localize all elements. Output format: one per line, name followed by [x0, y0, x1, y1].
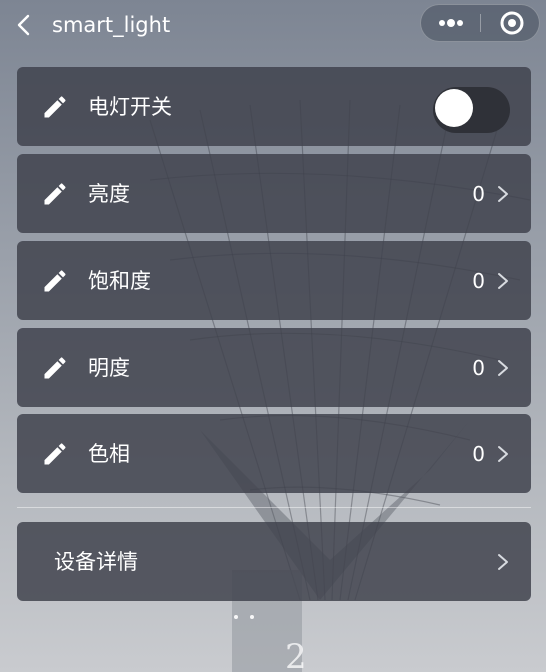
chevron-right-icon	[498, 360, 508, 376]
brightness-label: 亮度	[88, 182, 130, 206]
more-dots-icon	[439, 19, 463, 27]
chevron-right-icon	[498, 273, 508, 289]
device-details-row[interactable]: 设备详情	[17, 522, 531, 601]
saturation-row[interactable]: 饱和度 0	[17, 241, 531, 320]
device-details-label: 设备详情	[54, 550, 138, 574]
toggle-knob	[435, 89, 473, 127]
svg-text:2: 2	[285, 637, 307, 672]
more-button[interactable]	[421, 5, 481, 41]
hue-row[interactable]: 色相 0	[17, 414, 531, 493]
pencil-icon	[44, 270, 66, 292]
pencil-icon	[44, 183, 66, 205]
lightness-value: 0	[472, 356, 485, 380]
menu-capsule	[420, 4, 540, 42]
light-switch-label: 电灯开关	[88, 95, 172, 119]
hue-label: 色相	[88, 442, 130, 466]
chevron-left-icon[interactable]	[14, 12, 34, 38]
brightness-value: 0	[472, 182, 485, 206]
saturation-value: 0	[472, 269, 485, 293]
close-miniprogram-button[interactable]	[481, 5, 539, 41]
pencil-icon	[44, 96, 66, 118]
page-title: smart_light	[52, 13, 171, 37]
light-switch-row[interactable]: 电灯开关	[17, 67, 531, 146]
brightness-row[interactable]: 亮度 0	[17, 154, 531, 233]
section-divider	[17, 507, 531, 508]
hue-value: 0	[472, 442, 485, 466]
chevron-right-icon	[498, 554, 508, 570]
pencil-icon	[44, 357, 66, 379]
page-indicator-dots	[232, 615, 256, 621]
pencil-icon	[44, 443, 66, 465]
lightness-label: 明度	[88, 356, 130, 380]
navigation-bar: smart_light	[0, 0, 546, 50]
target-close-icon	[500, 11, 524, 35]
lightness-row[interactable]: 明度 0	[17, 328, 531, 407]
chevron-right-icon	[498, 446, 508, 462]
saturation-label: 饱和度	[88, 269, 151, 293]
light-switch-toggle[interactable]	[433, 87, 510, 133]
chevron-right-icon	[498, 186, 508, 202]
